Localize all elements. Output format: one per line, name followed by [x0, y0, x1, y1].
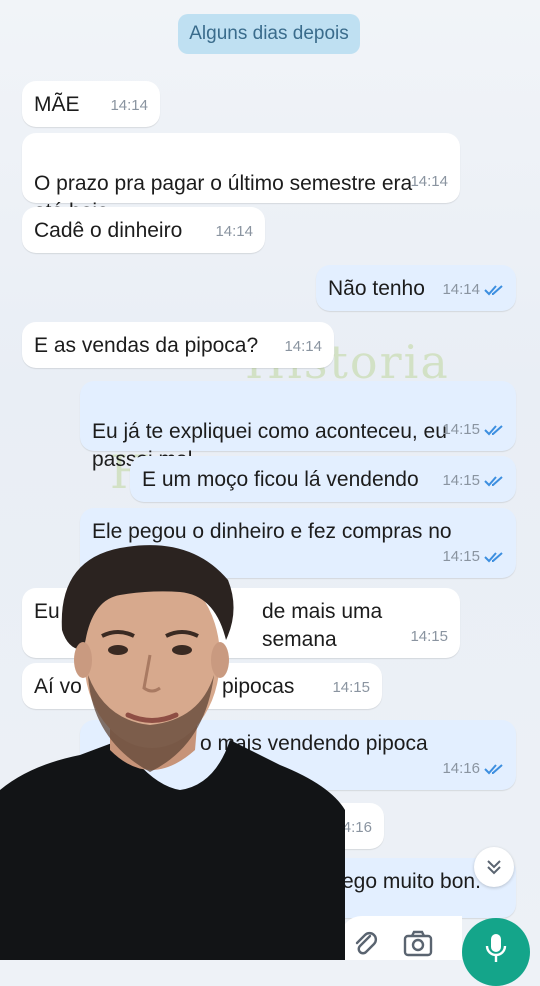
message-time-row: 14:15: [442, 543, 504, 571]
double-check-icon: [484, 476, 503, 487]
message-time: 14:14: [215, 223, 253, 240]
message-time: 14:15: [442, 472, 480, 489]
date-chip: Alguns dias depois: [178, 14, 360, 54]
message-time-row: 14:14: [442, 276, 504, 304]
message-time: 14:14: [442, 281, 480, 298]
camera-icon[interactable]: [402, 928, 434, 958]
message-time-row: 14:16: [442, 755, 504, 783]
message-time: 14:14: [284, 338, 322, 355]
double-check-icon: [484, 552, 503, 563]
double-check-icon: [484, 285, 503, 296]
double-check-icon: [484, 764, 503, 775]
mic-button[interactable]: [462, 918, 530, 986]
message-outgoing[interactable]: Não tenho 14:14: [316, 265, 516, 311]
double-check-icon: [484, 425, 503, 436]
message-incoming[interactable]: MÃE 14:14: [22, 81, 160, 127]
message-time: 14:15: [442, 548, 480, 565]
message-input-bar[interactable]: [340, 916, 462, 960]
message-time: 4:16: [342, 819, 372, 836]
message-text: E um moço ficou lá vendendo: [142, 468, 419, 491]
message-text: Cadê o dinheiro: [34, 219, 183, 242]
message-text: MÃE: [34, 93, 80, 116]
message-outgoing[interactable]: E um moço ficou lá vendendo 14:15: [130, 456, 516, 502]
message-text: ego muito bon.: [342, 870, 481, 893]
double-chevron-down-icon: [487, 860, 501, 875]
message-outgoing[interactable]: Eu já te expliquei como aconteceu, eu pa…: [80, 381, 516, 471]
message-time-row: 14:15: [442, 416, 504, 444]
message-time: 14:16: [442, 760, 480, 777]
message-text: Não tenho: [328, 277, 425, 300]
message-text: E as vendas da pipoca?: [34, 334, 259, 357]
presenter-video-overlay: [0, 545, 345, 960]
scroll-to-bottom-button[interactable]: [474, 847, 514, 887]
message-time: 14:15: [442, 421, 480, 438]
message-time: 14:14: [110, 97, 148, 114]
paperclip-icon[interactable]: [350, 928, 380, 958]
message-incoming[interactable]: E as vendas da pipoca? 14:14: [22, 322, 334, 368]
message-incoming[interactable]: Cadê o dinheiro 14:14: [22, 207, 265, 253]
message-incoming[interactable]: O prazo pra pagar o último semestre era …: [22, 133, 460, 223]
message-time: 14:15: [410, 628, 448, 645]
message-time: 14:14: [410, 173, 448, 190]
microphone-icon: [485, 934, 507, 962]
message-time-row: 14:15: [442, 467, 504, 495]
